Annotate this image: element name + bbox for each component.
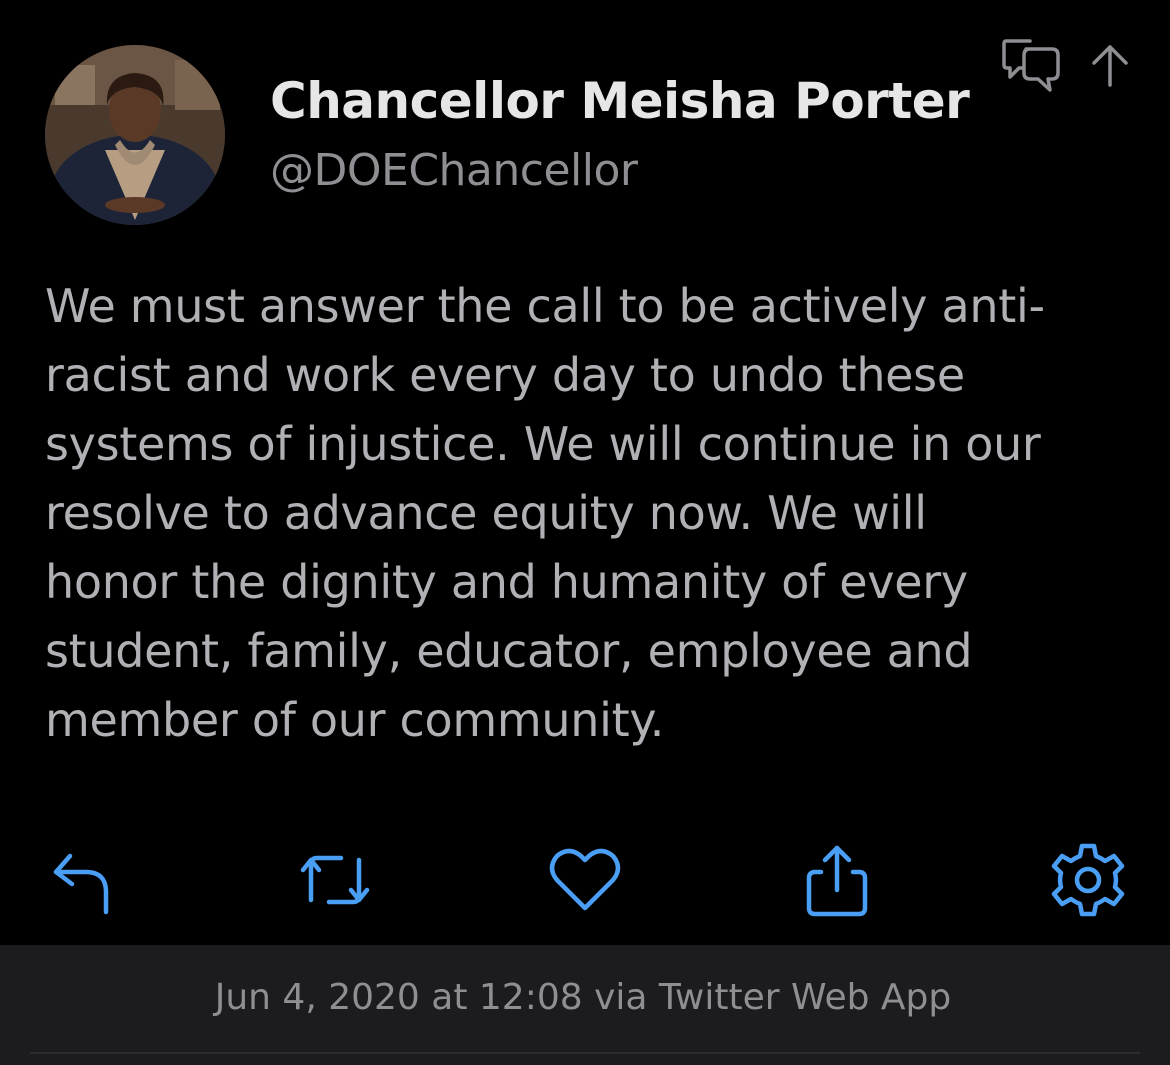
reply-button[interactable]: [37, 835, 127, 925]
like-button[interactable]: [540, 835, 630, 925]
retweet-button[interactable]: [290, 835, 380, 925]
share-icon: [806, 845, 868, 917]
author-name[interactable]: Chancellor Meisha Porter: [270, 72, 970, 130]
settings-button[interactable]: [1043, 835, 1133, 925]
heart-icon: [549, 848, 621, 911]
retweet-icon: [300, 855, 370, 905]
tweet-footer: Jun 4, 2020 at 12:08 via Twitter Web App: [0, 945, 1170, 1065]
reply-icon: [53, 853, 109, 915]
divider: [30, 1052, 1140, 1054]
conversation-icon[interactable]: [1002, 39, 1060, 92]
up-arrow-icon[interactable]: [1092, 45, 1128, 87]
profile-photo: [45, 45, 225, 225]
action-bar: [0, 835, 1170, 925]
author-handle[interactable]: @DOEChancellor: [270, 145, 638, 196]
header-actions: [1000, 35, 1135, 100]
share-button[interactable]: [792, 835, 882, 925]
gear-icon: [1051, 843, 1125, 917]
author-avatar[interactable]: [45, 45, 225, 225]
tweet-text: We must answer the call to be actively a…: [45, 279, 1045, 747]
tweet-timestamp: Jun 4, 2020 at 12:08 via Twitter Web App: [214, 977, 952, 1018]
tweet-card: Chancellor Meisha Porter @DOEChancellor …: [0, 0, 1170, 945]
